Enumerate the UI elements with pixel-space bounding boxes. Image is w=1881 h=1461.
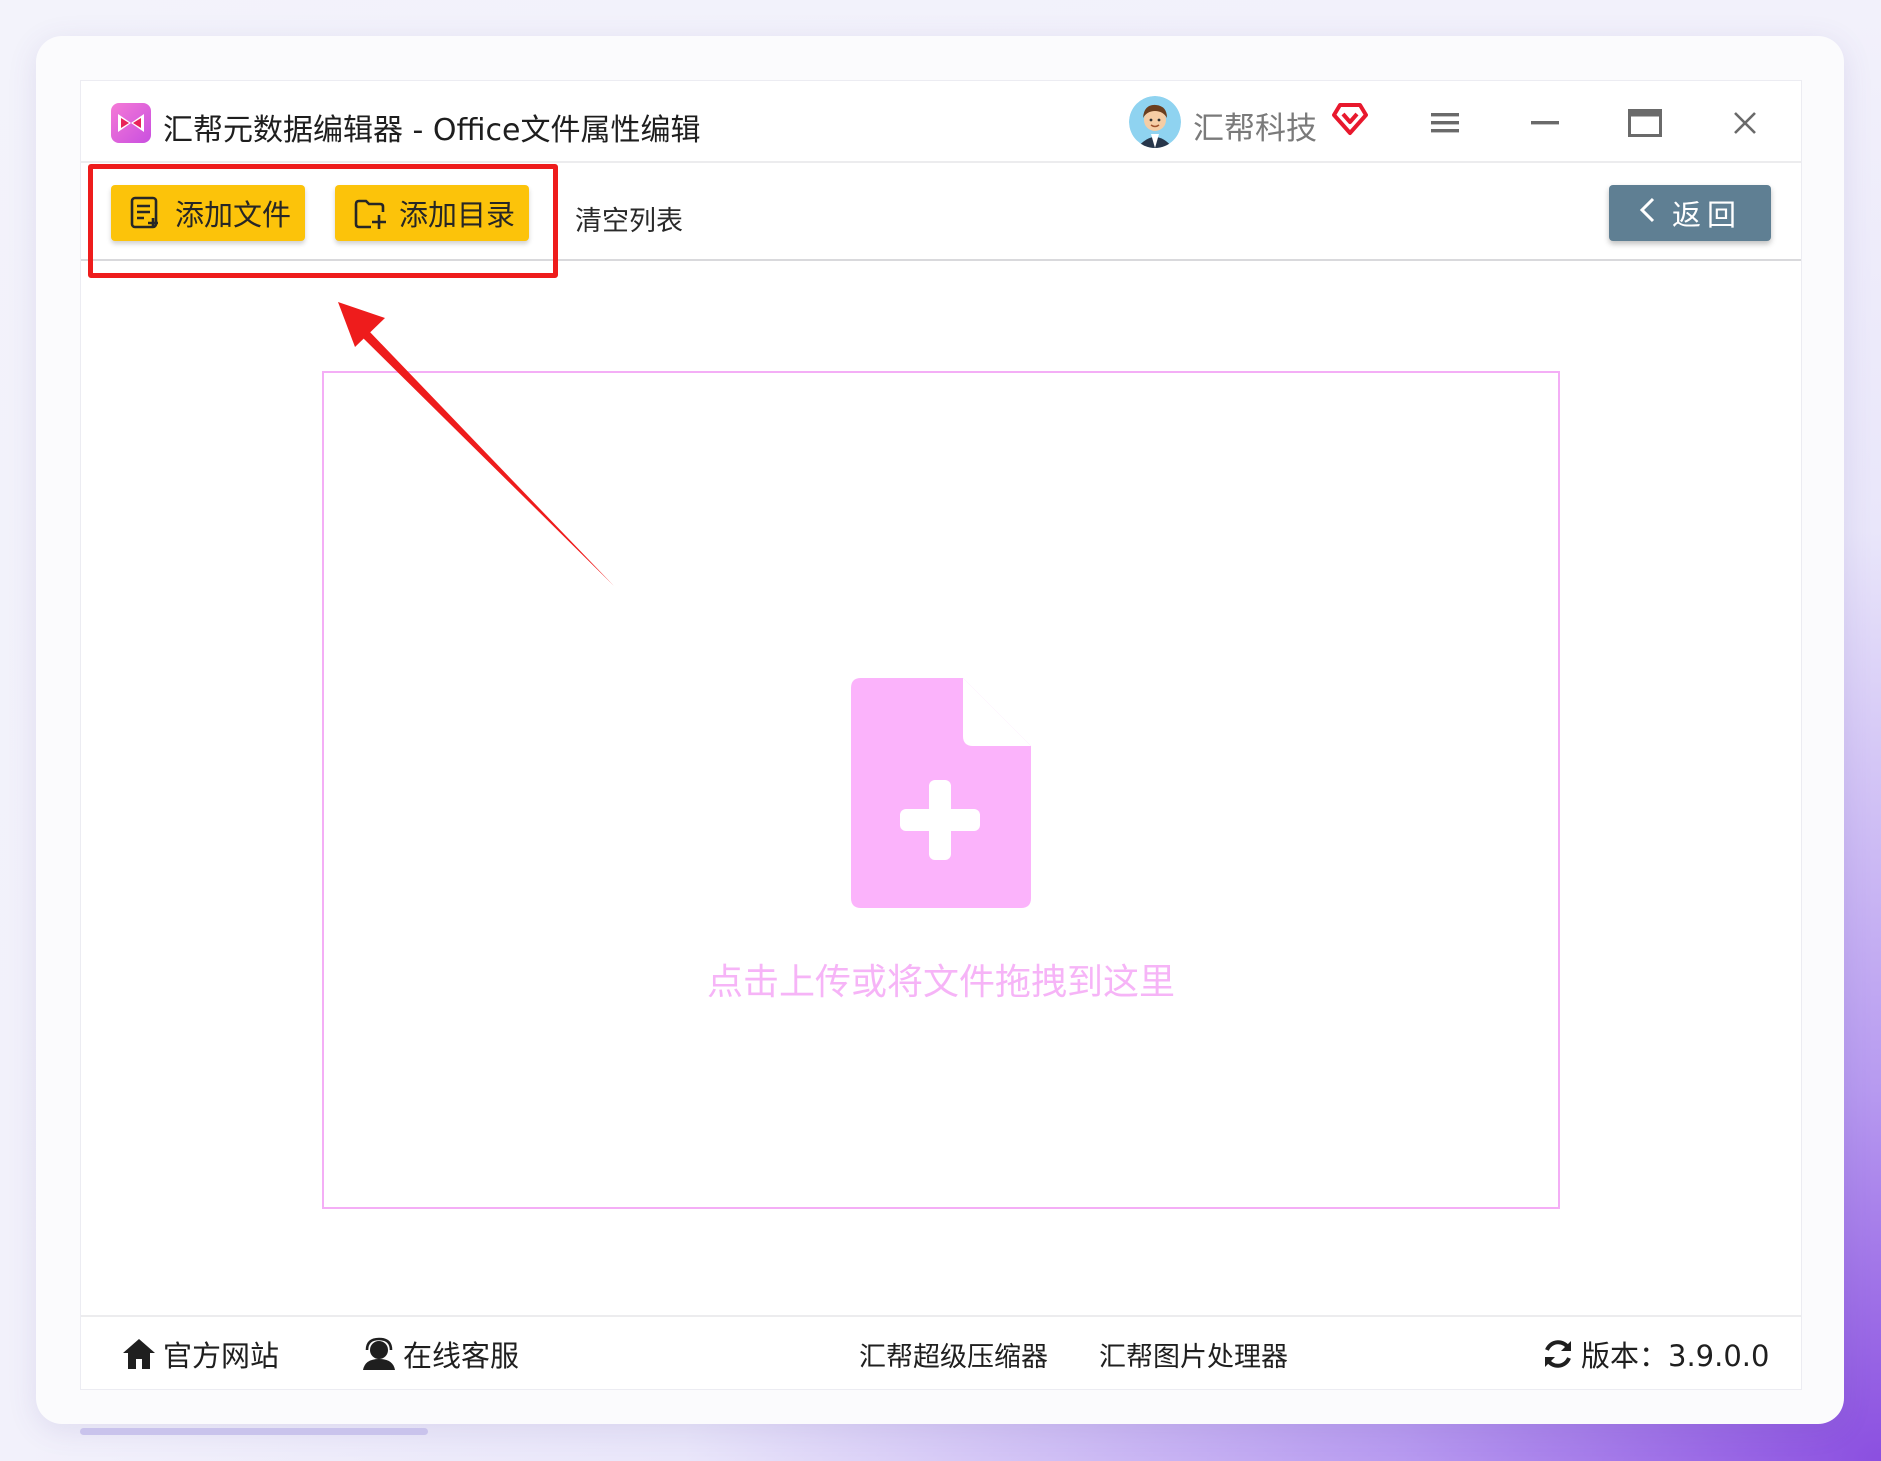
online-service-label: 在线客服	[403, 1339, 520, 1373]
app-logo-icon	[111, 103, 151, 143]
vip-heart-icon[interactable]	[1331, 99, 1369, 137]
home-icon	[123, 1339, 155, 1369]
maximize-icon[interactable]	[1623, 101, 1667, 145]
close-icon[interactable]	[1723, 101, 1767, 145]
official-site-label: 官方网站	[163, 1339, 280, 1373]
file-drop-zone[interactable]: 点击上传或将文件拖拽到这里	[322, 371, 1560, 1209]
version-label: 版本：3.9.0.0	[1581, 1339, 1770, 1373]
title-bar: 汇帮元数据编辑器 - Office文件属性编辑 汇帮科技	[81, 81, 1801, 163]
official-site-link[interactable]: 官方网站	[121, 1333, 279, 1375]
chevron-left-icon	[1638, 196, 1656, 231]
user-name[interactable]: 汇帮科技	[1193, 103, 1317, 148]
image-tool-link[interactable]: 汇帮图片处理器	[1099, 1335, 1288, 1374]
version-info[interactable]: 版本：3.9.0.0	[1541, 1333, 1769, 1375]
scrollbar[interactable]	[80, 1428, 428, 1435]
online-service-link[interactable]: 在线客服	[361, 1333, 519, 1375]
app-title: 汇帮元数据编辑器 - Office文件属性编辑	[163, 113, 701, 148]
drop-hint: 点击上传或将文件拖拽到这里	[706, 962, 1175, 1003]
clear-list-button[interactable]: 清空列表	[575, 199, 683, 238]
back-button[interactable]: 返回	[1609, 185, 1771, 241]
menu-icon[interactable]	[1423, 101, 1467, 145]
compressor-link[interactable]: 汇帮超级压缩器	[859, 1335, 1048, 1374]
headset-icon	[363, 1337, 395, 1370]
avatar[interactable]	[1129, 96, 1181, 148]
refresh-icon	[1545, 1340, 1571, 1368]
footer-bar: 官方网站 在线客服 汇帮超级压缩器 汇帮图片处理器 版本：3.9.0.0	[81, 1315, 1801, 1389]
add-document-icon	[851, 678, 1031, 908]
back-label: 返回	[1671, 198, 1742, 232]
minimize-icon[interactable]	[1523, 101, 1567, 145]
highlight-box	[88, 164, 558, 278]
